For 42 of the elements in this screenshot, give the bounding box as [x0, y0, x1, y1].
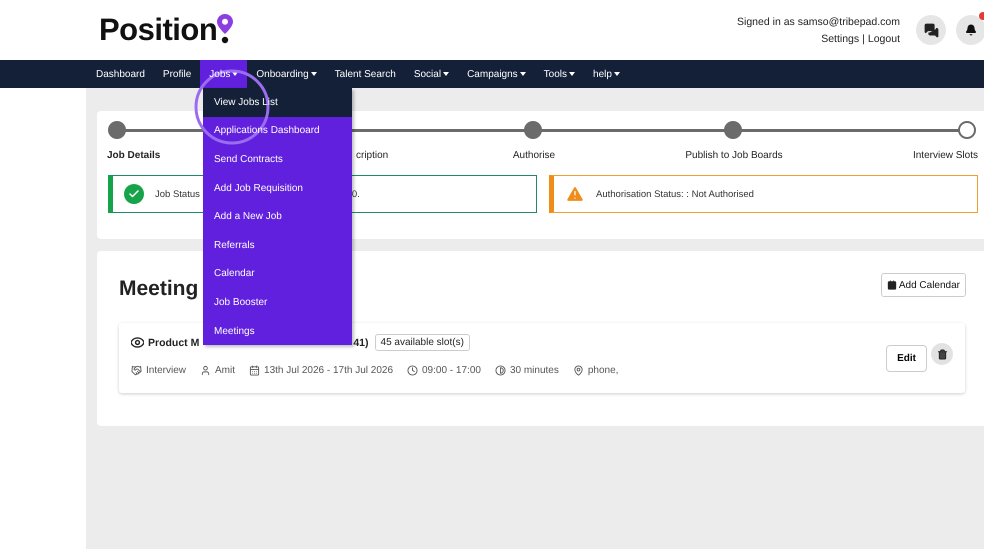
step-label: Interview Slots [912, 150, 978, 161]
step-label: Job Details [107, 150, 160, 161]
signed-in-text: Signed in as samso@tribepad.com [737, 16, 900, 28]
meta-text: 09:00 - 17:00 [422, 365, 481, 376]
menu-item[interactable]: Add Job Requisition [203, 174, 352, 202]
slots-tag: 45 available slot(s) [374, 334, 470, 351]
nav-item[interactable]: Dashboard [87, 60, 154, 88]
nav-item[interactable]: Campaigns [458, 60, 535, 88]
menu-item[interactable]: Applications Dashboard [203, 116, 352, 146]
nav-item[interactable]: Talent Search [326, 60, 405, 88]
nav-item[interactable]: Profile [154, 60, 200, 88]
meta-text: 30 minutes [510, 365, 559, 376]
menu-item[interactable]: Send Contracts [203, 145, 352, 174]
meeting-title: 41) [353, 336, 369, 348]
meta-text: Interview [146, 365, 186, 376]
step-label: cription [356, 150, 388, 161]
nav-item[interactable]: Onboarding [247, 60, 326, 88]
meta-text: Amit [215, 365, 236, 376]
alert-text: Job Status [155, 188, 200, 200]
alert-text: Authorisation Status: : Not Authorised [596, 188, 754, 200]
meta-text: 13th Jul 2026 - 17th Jul 2026 [264, 365, 393, 376]
meta-text: phone, [588, 365, 618, 376]
step-label: Publish to Job Boards [685, 150, 783, 161]
menu-item[interactable]: Calendar [203, 260, 352, 288]
nav-item[interactable]: Social [404, 60, 458, 88]
menu-item[interactable]: Referrals [203, 230, 352, 260]
nav-item[interactable]: help [584, 60, 629, 88]
meeting-title: Product M [148, 336, 200, 348]
menu-item[interactable]: Add a New Job [203, 202, 352, 231]
add-calendar-button[interactable]: Add Calendar [880, 273, 966, 297]
page-heading: Meeting [119, 277, 198, 301]
menu-item[interactable]: Meetings [203, 316, 352, 346]
nav-item[interactable]: Jobs [200, 60, 248, 88]
header-link[interactable]: Logout [868, 32, 900, 44]
header-link[interactable]: Settings [821, 32, 860, 44]
menu-item[interactable]: Job Booster [203, 288, 352, 317]
step-label: Authorise [512, 150, 556, 161]
nav-item[interactable]: Tools [534, 60, 584, 88]
separator-text: | [862, 32, 865, 44]
edit-button[interactable]: Edit [886, 345, 927, 372]
logo-text[interactable]: Position [99, 12, 218, 48]
alert-text: 0. [352, 188, 360, 200]
